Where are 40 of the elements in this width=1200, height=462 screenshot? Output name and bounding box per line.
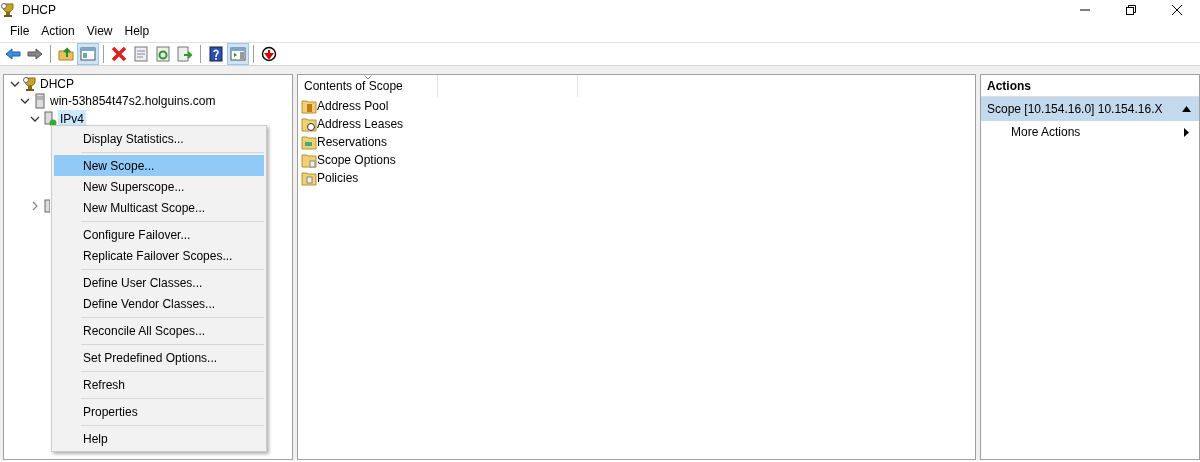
menu-item[interactable]: Action xyxy=(35,20,81,42)
collapse-triangle-icon[interactable] xyxy=(1182,106,1191,112)
folder-icon xyxy=(301,98,317,114)
menu-item[interactable]: Configure Failover... xyxy=(54,224,264,245)
list-item[interactable]: Address Leases xyxy=(317,115,404,133)
submenu-arrow-icon xyxy=(1184,127,1189,137)
list-item[interactable]: Address Pool xyxy=(317,97,389,115)
list-item[interactable]: Reservations xyxy=(317,133,388,151)
tree-pane-button[interactable] xyxy=(77,43,99,65)
folder-icon xyxy=(301,152,317,168)
sort-caret-icon xyxy=(364,75,372,80)
column-header[interactable]: Contents of Scope xyxy=(298,75,438,97)
list-item[interactable]: Policies xyxy=(317,169,359,187)
menu-item[interactable]: Define Vendor Classes... xyxy=(54,293,264,314)
menu-item[interactable]: New Scope... xyxy=(54,155,264,176)
server-icon xyxy=(32,93,48,110)
menu-item[interactable]: Replicate Failover Scopes... xyxy=(54,245,264,266)
folder-icon xyxy=(301,170,317,186)
list-item[interactable]: Scope Options xyxy=(317,151,396,169)
menu-item[interactable]: New Multicast Scope... xyxy=(54,197,264,218)
tree-item[interactable]: win-53h854t47s2.holguins.com xyxy=(48,92,218,111)
menu-item[interactable]: Define User Classes... xyxy=(54,272,264,293)
expand-chevron-icon[interactable] xyxy=(30,201,40,212)
menu-item[interactable]: Help xyxy=(118,20,156,42)
action-item[interactable]: More Actions xyxy=(1011,123,1081,141)
menu-item[interactable]: File xyxy=(4,20,36,42)
menu-item[interactable]: Properties xyxy=(54,401,264,422)
folder-icon xyxy=(301,134,317,150)
menu-item[interactable]: View xyxy=(80,20,119,42)
window-title: DHCP xyxy=(22,2,56,19)
menu-item[interactable]: Help xyxy=(54,428,264,449)
tree-item[interactable]: DHCP xyxy=(38,74,76,93)
menu-item[interactable]: Reconcile All Scopes... xyxy=(54,320,264,341)
app-icon xyxy=(0,2,16,18)
menu-item[interactable]: Set Predefined Options... xyxy=(54,347,264,368)
server-icon xyxy=(42,110,58,127)
menu-item[interactable]: Display Statistics... xyxy=(54,128,264,149)
menu-item[interactable]: New Superscope... xyxy=(54,176,264,197)
menu-item[interactable]: Refresh xyxy=(54,374,264,395)
folder-icon xyxy=(301,116,317,132)
